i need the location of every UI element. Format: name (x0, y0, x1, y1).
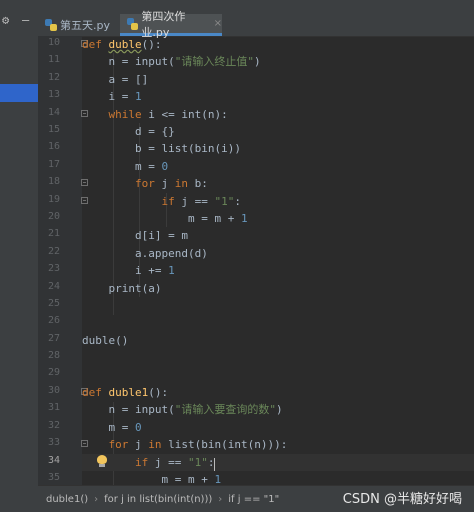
breadcrumb-item[interactable]: for j in list(bin(int(n))) (104, 494, 212, 505)
line-number: 31 (47, 402, 60, 413)
code-line: n = input("请输入终止值") (82, 55, 261, 68)
code-editor[interactable]: def duble(): n = input("请输入终止值") a = [] … (82, 36, 474, 485)
line-number: 27 (47, 333, 60, 344)
text-caret (214, 458, 215, 471)
line-number: 32 (47, 420, 60, 431)
line-number: 28 (47, 350, 60, 361)
code-line: n = input("请输入要查询的数") (82, 403, 283, 416)
minimize-icon[interactable]: — (22, 14, 29, 26)
line-number: 24 (47, 281, 60, 292)
line-number: 19 (47, 194, 60, 205)
line-number: 13 (47, 89, 60, 100)
line-number: 11 (47, 54, 60, 65)
python-file-icon (45, 19, 57, 31)
line-number: 35 (47, 472, 60, 483)
line-number-current: 34 (47, 455, 60, 466)
tab-label: 第四次作业.py (141, 9, 186, 39)
code-line: if j == "1": (161, 195, 241, 208)
line-number: 33 (47, 437, 60, 448)
breadcrumb-separator: › (94, 493, 99, 505)
lightbulb-icon[interactable] (96, 455, 108, 468)
code-line: print(a) (82, 282, 162, 295)
code-line: for j in list(bin(int(n))): (108, 438, 288, 451)
line-number: 22 (47, 246, 60, 257)
python-file-icon (127, 17, 139, 30)
code-line: a = [] (82, 73, 149, 86)
code-line: while i <= int(n): (108, 108, 228, 121)
code-line: m = 0 (82, 160, 169, 173)
code-line: m = 0 (82, 421, 142, 434)
line-number: 15 (47, 124, 60, 135)
line-number: 12 (47, 72, 60, 83)
code-line: i = 1 (82, 90, 142, 103)
line-number: 25 (47, 298, 60, 309)
line-number: 18 (47, 176, 60, 187)
project-panel-strip: ⚙ — (0, 0, 39, 512)
line-number: 30 (47, 385, 60, 396)
line-number: 29 (47, 367, 60, 378)
line-number: 20 (47, 211, 60, 222)
line-number: 17 (47, 159, 60, 170)
code-line: d = {} (82, 125, 175, 138)
code-line: i += 1 (82, 264, 175, 277)
code-line: duble() (82, 334, 129, 347)
code-line: m = m + 1 (82, 473, 222, 485)
code-line: def duble(): (82, 38, 162, 51)
tab-homework4[interactable]: 第四次作业.py × (120, 10, 222, 39)
breadcrumb-item[interactable]: if j == "1" (228, 494, 279, 505)
tab-day5[interactable]: 第五天.py (38, 14, 116, 36)
line-number: 21 (47, 228, 60, 239)
code-line-current: if j == "1": (82, 454, 474, 471)
breadcrumb-item[interactable]: duble1() (46, 494, 88, 505)
code-line: a.append(d) (82, 247, 208, 260)
code-line: for j in b: (134, 177, 208, 190)
line-number: 16 (47, 141, 60, 152)
line-number: 23 (47, 263, 60, 274)
editor-tab-bar: 第五天.py 第四次作业.py × (38, 0, 474, 39)
breadcrumb-separator: › (218, 493, 223, 505)
close-icon[interactable]: × (214, 18, 222, 29)
code-line: b = list(bin(i)) (82, 142, 241, 155)
code-line: m = m + 1 (82, 212, 248, 225)
gear-icon[interactable]: ⚙ (2, 14, 9, 26)
line-number-gutter[interactable]: 10 11 12 13 14 15 16 17 18 19 20 21 22 2… (38, 36, 88, 485)
code-line: d[i] = m (82, 229, 188, 242)
line-number: 10 (47, 37, 60, 48)
tab-label: 第五天.py (60, 19, 110, 32)
selected-project-item[interactable] (0, 84, 38, 102)
line-number: 26 (47, 315, 60, 326)
line-number: 14 (47, 107, 60, 118)
code-line: def duble1(): (82, 386, 169, 399)
watermark: CSDN @半糖好好喝 (342, 492, 462, 507)
